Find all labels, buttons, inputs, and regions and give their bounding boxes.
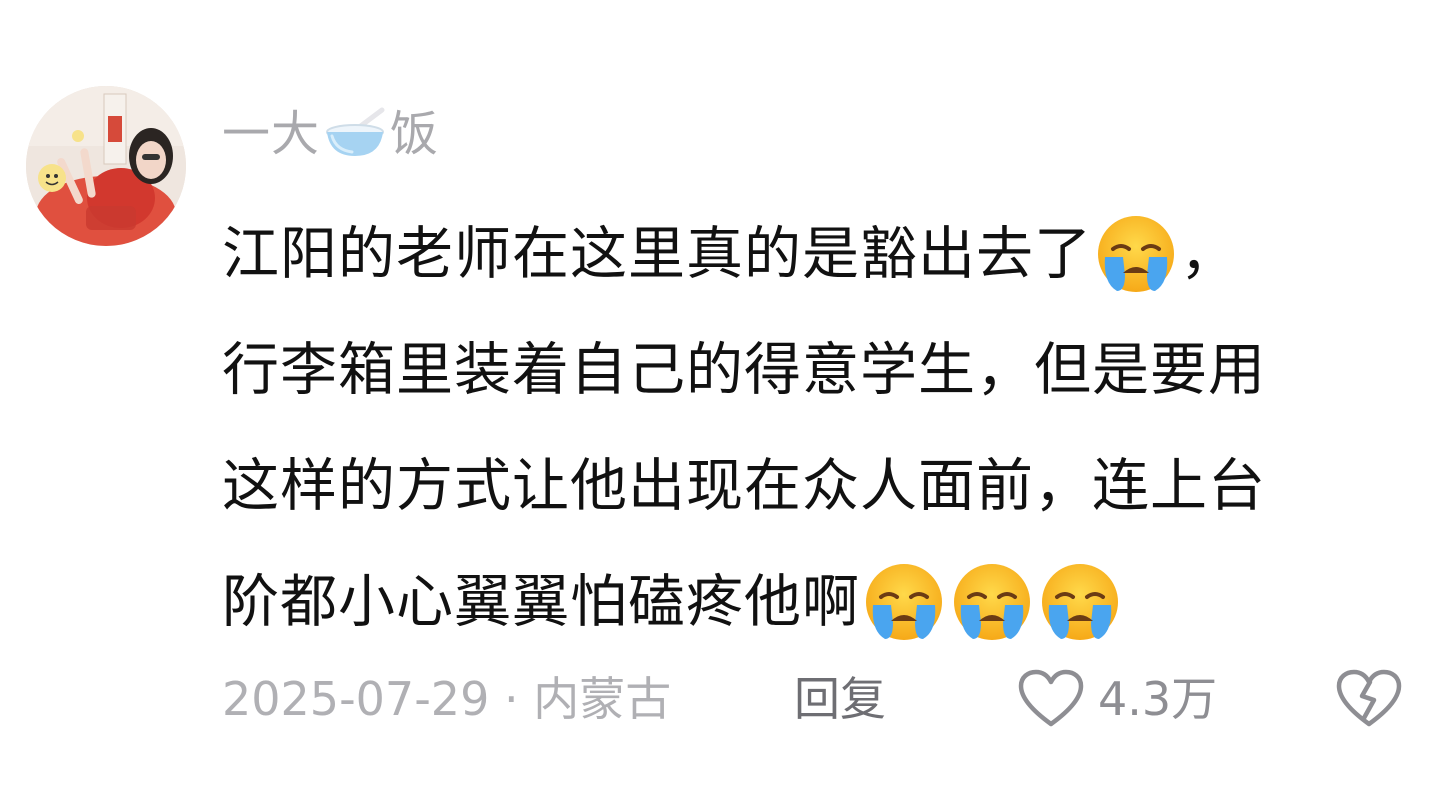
loudly-crying-face-icon bbox=[1039, 561, 1121, 643]
rice-bowl-icon bbox=[322, 106, 388, 162]
loudly-crying-face-icon bbox=[951, 561, 1033, 643]
dislike-button[interactable] bbox=[1334, 664, 1404, 734]
comment-line-text: ， bbox=[1180, 221, 1238, 287]
meta-separator: · bbox=[503, 672, 519, 726]
comment-line-text: 这样的方式让他出现在众人面前，连上台 bbox=[222, 453, 1266, 519]
comment-username[interactable]: 一大 饭 bbox=[222, 104, 439, 164]
loudly-crying-face-icon bbox=[863, 561, 945, 643]
comment-line-text: 阶都小心翼翼怕磕疼他啊 bbox=[222, 569, 860, 635]
like-button[interactable]: 4.3万 bbox=[1016, 664, 1217, 734]
reply-button[interactable]: 回复 bbox=[794, 664, 886, 734]
comment-line: 阶都小心翼翼怕磕疼他啊 bbox=[222, 544, 1412, 660]
avatar-image bbox=[26, 86, 186, 246]
like-count: 4.3万 bbox=[1098, 672, 1218, 726]
username-text-start: 一大 bbox=[222, 106, 321, 162]
comment-line: 江阳的老师在这里真的是豁出去了 ， bbox=[222, 196, 1412, 312]
comment-footer: 2025-07-29 · 内蒙古 回复 4.3万 bbox=[222, 664, 1422, 734]
comment-location: 内蒙古 bbox=[533, 672, 672, 726]
loudly-crying-face-icon bbox=[1095, 213, 1177, 295]
comment-body: 江阳的老师在这里真的是豁出去了 ， 行李箱里装着自己的得意学生，但是要用 这样的… bbox=[222, 196, 1412, 660]
comment-line: 这样的方式让他出现在众人面前，连上台 bbox=[222, 428, 1412, 544]
heart-outline-icon bbox=[1018, 669, 1084, 727]
comment-meta: 2025-07-29 · 内蒙古 bbox=[222, 664, 671, 734]
comment-line-text: 行李箱里装着自己的得意学生，但是要用 bbox=[222, 337, 1266, 403]
broken-heart-icon bbox=[1336, 669, 1402, 727]
comment-line-text: 江阳的老师在这里真的是豁出去了 bbox=[222, 221, 1092, 287]
username-text-end: 饭 bbox=[390, 106, 440, 162]
comment-date: 2025-07-29 bbox=[222, 672, 490, 726]
user-avatar[interactable] bbox=[26, 86, 186, 246]
comment-line: 行李箱里装着自己的得意学生，但是要用 bbox=[222, 312, 1412, 428]
